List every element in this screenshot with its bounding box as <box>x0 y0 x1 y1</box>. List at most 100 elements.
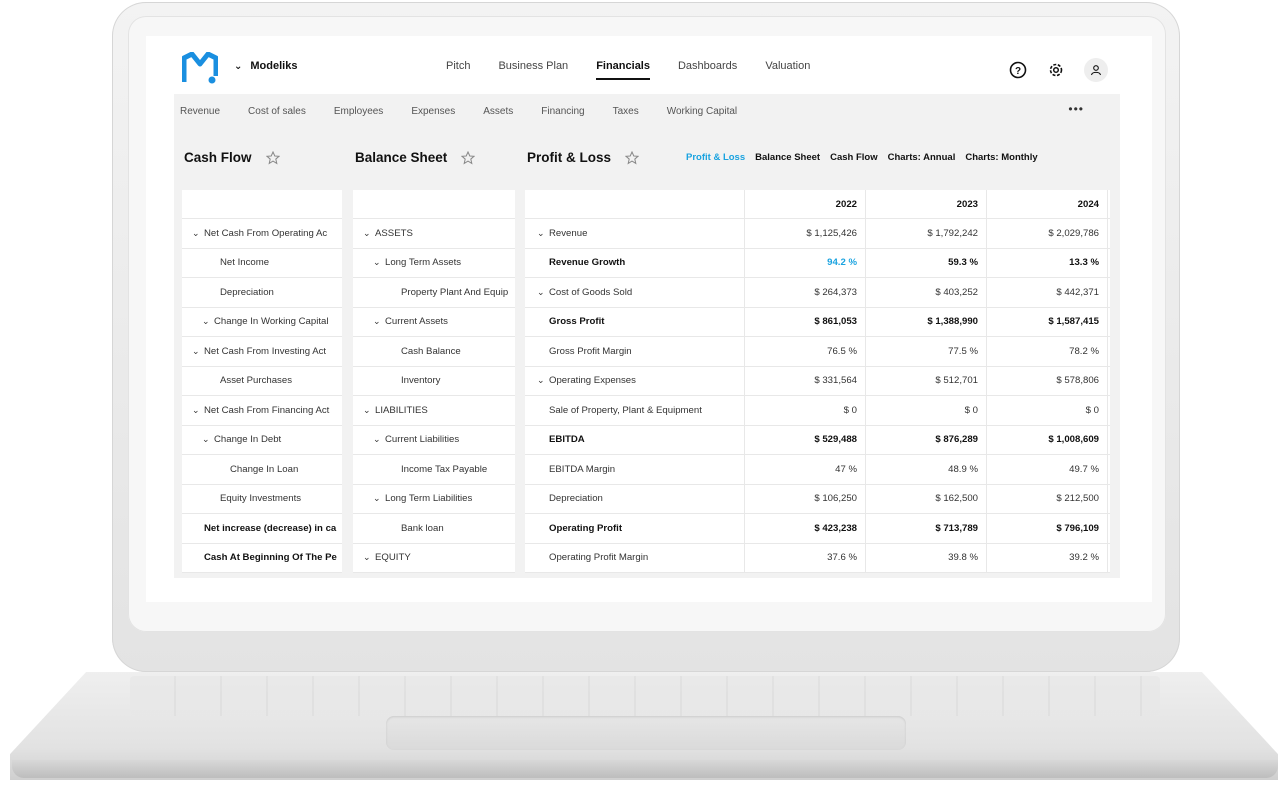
value-cell[interactable]: 39.2 % <box>987 543 1108 572</box>
value-cell[interactable]: $ 796,109 <box>987 514 1108 543</box>
value-cell[interactable]: $ 1,388,990 <box>866 307 987 336</box>
tree-row[interactable]: ⌄ Net Cash From Investing Act <box>182 337 342 367</box>
value-cell[interactable]: $ 861,053 <box>745 307 866 336</box>
tree-row[interactable]: Net Income <box>182 249 342 278</box>
value-cell[interactable]: $ 0 <box>745 396 866 425</box>
subnav-item-expenses[interactable]: Expenses <box>411 106 455 117</box>
star-icon[interactable] <box>265 150 280 165</box>
tree-row[interactable]: ⌄ EQUITY <box>353 544 515 573</box>
chevron-down-icon[interactable]: ⌄ <box>537 375 549 386</box>
value-cell[interactable]: 94.2 % <box>745 248 866 277</box>
value-cell[interactable]: $ 0 <box>866 396 987 425</box>
value-cell[interactable]: 47 % <box>745 455 866 484</box>
subnav-item-taxes[interactable]: Taxes <box>613 106 639 117</box>
value-cell[interactable]: $ 512,701 <box>866 366 987 395</box>
value-cell[interactable]: $ 876,289 <box>866 425 987 454</box>
table-row[interactable]: ⌄ Revenue $ 1,125,426 $ 1,792,242 $ 2,029,78… <box>525 219 1110 249</box>
table-row[interactable]: ⌄ Operating Expenses $ 331,564 $ 512,701 $ 5… <box>525 366 1110 396</box>
value-cell[interactable]: 59.3 % <box>866 248 987 277</box>
report-link[interactable]: Charts: Monthly <box>965 152 1037 163</box>
value-cell[interactable]: 77.5 % <box>866 337 987 366</box>
tree-row[interactable]: Net increase (decrease) in ca <box>182 514 342 544</box>
tree-row[interactable]: Depreciation <box>182 278 342 308</box>
tree-row[interactable]: ⌄ Current Liabilities <box>353 426 515 455</box>
nav-tab-valuation[interactable]: Valuation <box>765 60 810 80</box>
report-link[interactable]: Cash Flow <box>830 152 878 163</box>
tree-row[interactable]: Property Plant And Equip <box>353 278 515 308</box>
report-link[interactable]: Charts: Annual <box>888 152 956 163</box>
value-cell[interactable]: 39.8 % <box>866 543 987 572</box>
subnav-item-assets[interactable]: Assets <box>483 106 513 117</box>
report-link[interactable]: Profit & Loss <box>686 152 745 163</box>
table-row[interactable]: Gross Profit $ 861,053 $ 1,388,990 $ 1,587,… <box>525 307 1110 337</box>
modeliks-logo-icon[interactable] <box>182 52 218 84</box>
subnav-item-cost-of-sales[interactable]: Cost of sales <box>248 106 306 117</box>
chevron-down-icon[interactable]: ⌄ <box>537 287 549 298</box>
table-row[interactable]: Sale of Property, Plant & Equipment $ 0 $ … <box>525 396 1110 426</box>
value-cell[interactable]: $ 1,125,426 <box>745 219 866 248</box>
more-options-icon[interactable]: ••• <box>1068 102 1084 116</box>
tree-row[interactable]: ⌄ LIABILITIES <box>353 396 515 426</box>
value-cell[interactable]: 13.3 % <box>987 248 1108 277</box>
tree-row[interactable]: Income Tax Payable <box>353 455 515 485</box>
nav-tab-pitch[interactable]: Pitch <box>446 60 470 80</box>
table-row[interactable]: Gross Profit Margin 76.5 % 77.5 % 78.2 % <box>525 337 1110 367</box>
tree-row[interactable]: ⌄ Change In Working Capital <box>182 308 342 337</box>
subnav-item-financing[interactable]: Financing <box>541 106 584 117</box>
tree-row[interactable]: ⌄ Long Term Assets <box>353 249 515 278</box>
value-cell[interactable]: $ 162,500 <box>866 484 987 513</box>
value-cell[interactable]: $ 212,500 <box>987 484 1108 513</box>
value-cell[interactable]: $ 2,029,786 <box>987 219 1108 248</box>
value-cell[interactable]: $ 1,587,415 <box>987 307 1108 336</box>
report-link[interactable]: Balance Sheet <box>755 152 820 163</box>
tree-row[interactable]: ⌄ Net Cash From Operating Ac <box>182 219 342 249</box>
tree-row[interactable]: ⌄ Change In Debt <box>182 426 342 455</box>
value-cell[interactable]: $ 1,792,242 <box>866 219 987 248</box>
value-cell[interactable]: $ 442,371 <box>987 278 1108 307</box>
help-icon[interactable]: ? <box>1008 60 1028 80</box>
value-cell[interactable]: 49.7 % <box>987 455 1108 484</box>
nav-tab-financials[interactable]: Financials <box>596 60 650 80</box>
table-row[interactable]: Depreciation $ 106,250 $ 162,500 $ 212,500 <box>525 484 1110 514</box>
table-row[interactable]: EBITDA $ 529,488 $ 876,289 $ 1,008,609 <box>525 425 1110 455</box>
value-cell[interactable]: $ 403,252 <box>866 278 987 307</box>
value-cell[interactable]: $ 713,789 <box>866 514 987 543</box>
table-row[interactable]: Operating Profit $ 423,238 $ 713,789 $ 796,… <box>525 514 1110 544</box>
tree-row[interactable]: ⌄ Long Term Liabilities <box>353 485 515 514</box>
table-row[interactable]: EBITDA Margin 47 % 48.9 % 49.7 % <box>525 455 1110 485</box>
table-row[interactable]: Operating Profit Margin 37.6 % 39.8 % 39.2 … <box>525 543 1110 573</box>
tree-row[interactable]: Change In Loan <box>182 455 342 485</box>
value-cell[interactable]: $ 423,238 <box>745 514 866 543</box>
tree-row[interactable]: Bank loan <box>353 514 515 544</box>
subnav-item-revenue[interactable]: Revenue <box>180 106 220 117</box>
value-cell[interactable]: $ 529,488 <box>745 425 866 454</box>
chevron-down-icon[interactable]: ⌄ <box>537 228 549 239</box>
value-cell[interactable]: 48.9 % <box>866 455 987 484</box>
table-row[interactable]: Revenue Growth 94.2 % 59.3 % 13.3 % <box>525 248 1110 278</box>
tree-row[interactable]: Cash At Beginning Of The Pe <box>182 544 342 573</box>
value-cell[interactable]: $ 106,250 <box>745 484 866 513</box>
star-icon[interactable] <box>625 150 640 165</box>
value-cell[interactable]: 76.5 % <box>745 337 866 366</box>
tree-row[interactable]: Cash Balance <box>353 337 515 367</box>
tree-row[interactable]: ⌄ Net Cash From Financing Act <box>182 396 342 426</box>
tree-row[interactable]: Equity Investments <box>182 485 342 514</box>
value-cell[interactable]: $ 264,373 <box>745 278 866 307</box>
table-row[interactable]: ⌄ Cost of Goods Sold $ 264,373 $ 403,252 $ 4… <box>525 278 1110 308</box>
tree-row[interactable]: Inventory <box>353 367 515 396</box>
value-cell[interactable]: 37.6 % <box>745 543 866 572</box>
subnav-item-working-capital[interactable]: Working Capital <box>667 106 737 117</box>
nav-tab-business-plan[interactable]: Business Plan <box>498 60 568 80</box>
nav-tab-dashboards[interactable]: Dashboards <box>678 60 737 80</box>
value-cell[interactable]: $ 578,806 <box>987 366 1108 395</box>
gear-icon[interactable] <box>1046 60 1066 80</box>
value-cell[interactable]: $ 331,564 <box>745 366 866 395</box>
star-icon[interactable] <box>461 150 476 165</box>
value-cell[interactable]: $ 1,008,609 <box>987 425 1108 454</box>
tree-row[interactable]: Asset Purchases <box>182 367 342 396</box>
user-avatar-icon[interactable] <box>1084 58 1108 82</box>
tree-row[interactable]: ⌄ Current Assets <box>353 308 515 337</box>
subnav-item-employees[interactable]: Employees <box>334 106 383 117</box>
workspace-switcher[interactable]: ⌄ Modeliks <box>234 60 297 72</box>
value-cell[interactable]: $ 0 <box>987 396 1108 425</box>
